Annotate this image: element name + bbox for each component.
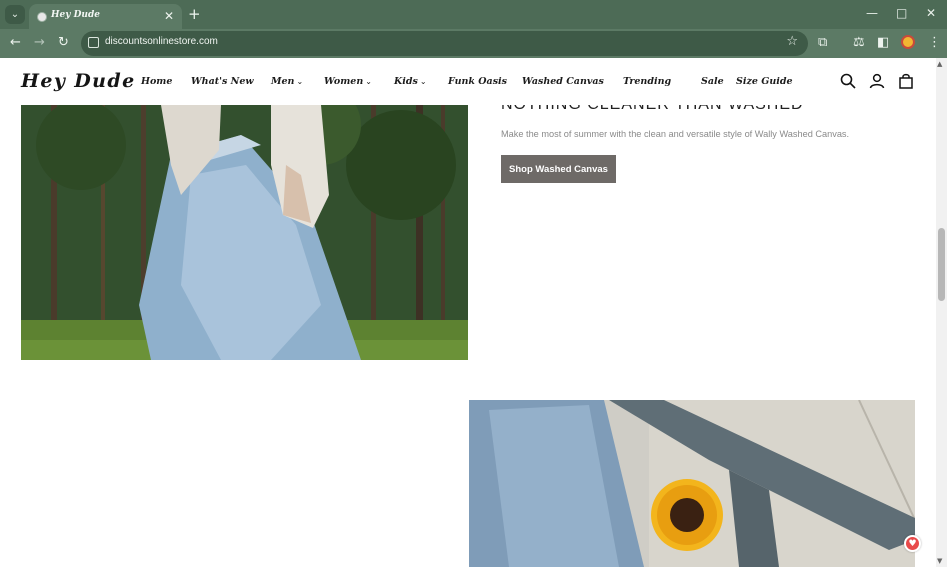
address-bar[interactable]: discountsonlinestore.com ☆ [81,31,808,56]
scrollbar-thumb[interactable] [938,228,945,301]
hero-photo [21,105,468,360]
maximize-icon[interactable]: □ [896,6,907,20]
site-logo[interactable]: Hey Dude [21,70,136,92]
secondary-image-sunflower [469,400,915,567]
labs-flask-icon[interactable]: ⚖ [853,35,865,50]
forward-icon[interactable]: → [34,35,45,50]
tab-search-menu-icon[interactable]: ⌄ [5,5,25,24]
hero-image-jeans-shoes [21,105,468,360]
nav-kids[interactable]: Kids ⌄ [394,76,448,87]
tab-title: Hey Dude [51,10,100,20]
browser-toolbar: ← → ↻ discountsonlinestore.com ☆ ⧉ ⚖ ◧ ⋮ [0,29,947,58]
browser-window: ⌄ Hey Dude ✕ + — □ ✕ ← → ↻ discountsonli… [0,0,947,567]
nav-trending[interactable]: Trending [623,76,701,87]
scroll-down-icon[interactable]: ▼ [937,557,942,565]
nav-funk-oasis[interactable]: Funk Oasis [448,76,522,87]
promo-subtitle: Make the most of summer with the clean a… [501,129,850,139]
tab-bar: ⌄ Hey Dude ✕ + — □ ✕ [0,0,947,29]
favicon-icon [37,12,47,22]
nav-whats-new[interactable]: What's New [191,76,271,87]
more-menu-icon[interactable]: ⋮ [928,35,941,50]
bookmark-star-icon[interactable]: ☆ [786,34,798,49]
back-icon[interactable]: ← [10,35,21,50]
reload-icon[interactable]: ↻ [58,35,69,50]
promo-title: NOTHING CLEANER THAN WASHED [501,105,804,114]
nav-washed-canvas[interactable]: Washed Canvas [522,76,623,87]
close-window-icon[interactable]: ✕ [926,6,936,20]
sunflower-photo [469,400,915,567]
page-content: NOTHING CLEANER THAN WASHED Make the mos… [0,105,936,567]
nav-home[interactable]: Home [141,76,191,87]
profile-avatar-icon[interactable] [901,35,915,49]
nav-size-guide[interactable]: Size Guide [736,76,798,87]
sidepanel-icon[interactable]: ◧ [877,35,889,50]
cart-icon[interactable] [898,73,914,89]
shop-washed-canvas-button[interactable]: Shop Washed Canvas [501,155,616,183]
active-tab[interactable]: Hey Dude ✕ [29,4,182,29]
url-text[interactable]: discountsonlinestore.com [105,36,218,47]
nav-women[interactable]: Women ⌄ [324,76,394,87]
main-nav: Home What's New Men ⌄ Women ⌄ Kids ⌄ Funk O… [141,76,798,87]
chevron-down-icon: ⌄ [296,77,304,86]
minimize-icon[interactable]: — [866,6,878,20]
page-scrollbar[interactable]: ▲ ▼ [936,58,947,567]
nav-men[interactable]: Men ⌄ [271,76,324,87]
chat-icon[interactable]: ♥ [904,535,921,552]
account-icon[interactable] [869,73,885,89]
search-icon[interactable] [840,73,856,89]
chevron-down-icon: ⌄ [365,77,372,86]
nav-sale[interactable]: Sale [701,76,736,87]
close-tab-icon[interactable]: ✕ [164,9,174,23]
chevron-down-icon: ⌄ [419,77,427,86]
scroll-up-icon[interactable]: ▲ [937,60,942,68]
site-header: Hey Dude Home What's New Men ⌄ Women ⌄ Kid… [0,58,936,105]
site-info-icon[interactable] [88,37,99,48]
extensions-icon[interactable]: ⧉ [818,35,827,50]
new-tab-icon[interactable]: + [188,5,201,23]
